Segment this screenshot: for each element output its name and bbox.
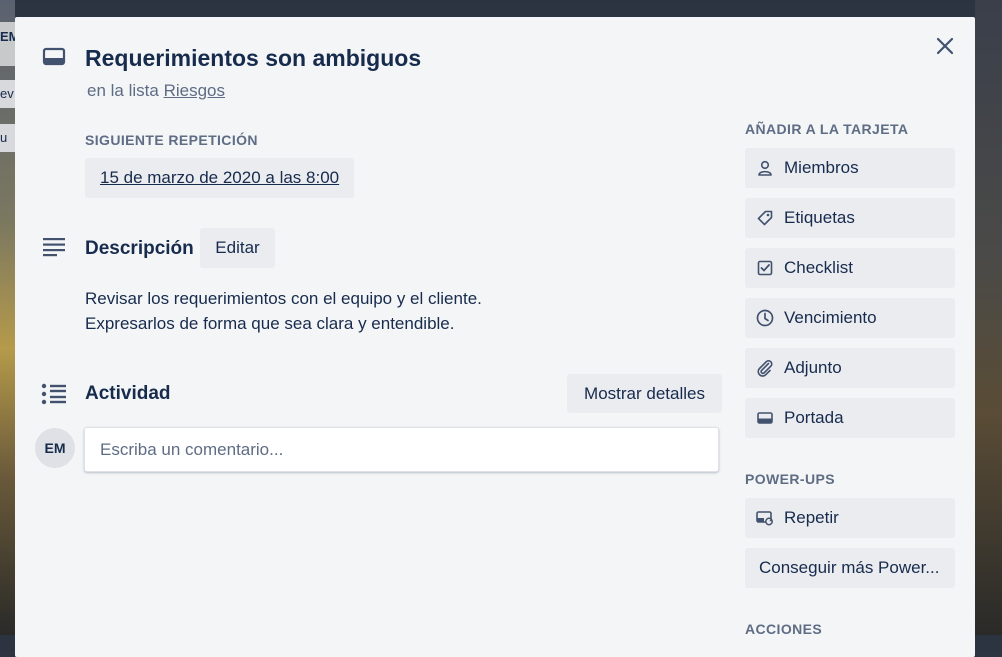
members-button[interactable]: Miembros xyxy=(745,148,955,188)
show-details-button[interactable]: Mostrar detalles xyxy=(567,374,722,413)
attachment-label: Adjunto xyxy=(784,358,842,377)
close-icon xyxy=(936,37,954,55)
board-background-right xyxy=(975,0,1002,635)
activity-icon xyxy=(41,383,66,405)
person-icon xyxy=(756,159,774,177)
members-label: Miembros xyxy=(784,158,859,177)
cover-label: Portada xyxy=(784,408,844,427)
labels-button[interactable]: Etiquetas xyxy=(745,198,955,238)
avatar[interactable]: EM xyxy=(35,428,75,468)
activity-title: Actividad xyxy=(85,383,171,404)
description-title: Descripción xyxy=(85,238,194,259)
edit-description-button[interactable]: Editar xyxy=(200,228,275,268)
background-member-chip: EM xyxy=(0,22,15,66)
card-icon xyxy=(42,47,66,66)
description-line: Revisar los requerimientos con el equipo… xyxy=(85,289,482,308)
attachment-button[interactable]: Adjunto xyxy=(745,348,955,388)
description-icon xyxy=(43,238,65,257)
labels-label: Etiquetas xyxy=(784,208,855,227)
cover-button[interactable]: Portada xyxy=(745,398,955,438)
card-list-info: en la lista Riesgos xyxy=(87,81,225,101)
card-title[interactable]: Requerimientos son ambiguos xyxy=(85,42,421,74)
due-date-button[interactable]: Vencimiento xyxy=(745,298,955,338)
repeat-label: Repetir xyxy=(784,508,839,527)
clock-icon xyxy=(756,309,774,327)
add-to-card-label: AÑADIR A LA TARJETA xyxy=(745,121,909,137)
comment-input[interactable] xyxy=(84,427,719,472)
tag-icon xyxy=(756,209,774,227)
repeat-powerup-button[interactable]: Repetir xyxy=(745,498,955,538)
checklist-button[interactable]: Checklist xyxy=(745,248,955,288)
next-repeat-label: SIGUIENTE REPETICIÓN xyxy=(85,132,258,148)
cover-icon xyxy=(756,409,774,427)
list-link[interactable]: Riesgos xyxy=(164,81,225,100)
next-repeat-date-button[interactable]: 15 de marzo de 2020 a las 8:00 xyxy=(85,158,355,198)
background-card-fragment: ev xyxy=(0,80,15,108)
checklist-icon xyxy=(756,259,774,277)
card-detail-modal: Requerimientos son ambiguos en la lista … xyxy=(15,17,975,657)
get-more-powerups-button[interactable]: Conseguir más Power... xyxy=(745,548,955,588)
background-card-fragment: u xyxy=(0,124,15,152)
power-ups-label: POWER-UPS xyxy=(745,471,835,487)
repeat-card-icon xyxy=(756,509,774,527)
due-date-label: Vencimiento xyxy=(784,308,877,327)
checklist-label: Checklist xyxy=(784,258,853,277)
in-list-prefix: en la lista xyxy=(87,81,159,100)
description-line: Expresarlos de forma que sea clara y ent… xyxy=(85,314,455,333)
description-text[interactable]: Revisar los requerimientos con el equipo… xyxy=(85,286,482,336)
close-button[interactable] xyxy=(932,33,958,59)
paperclip-icon xyxy=(756,359,774,377)
